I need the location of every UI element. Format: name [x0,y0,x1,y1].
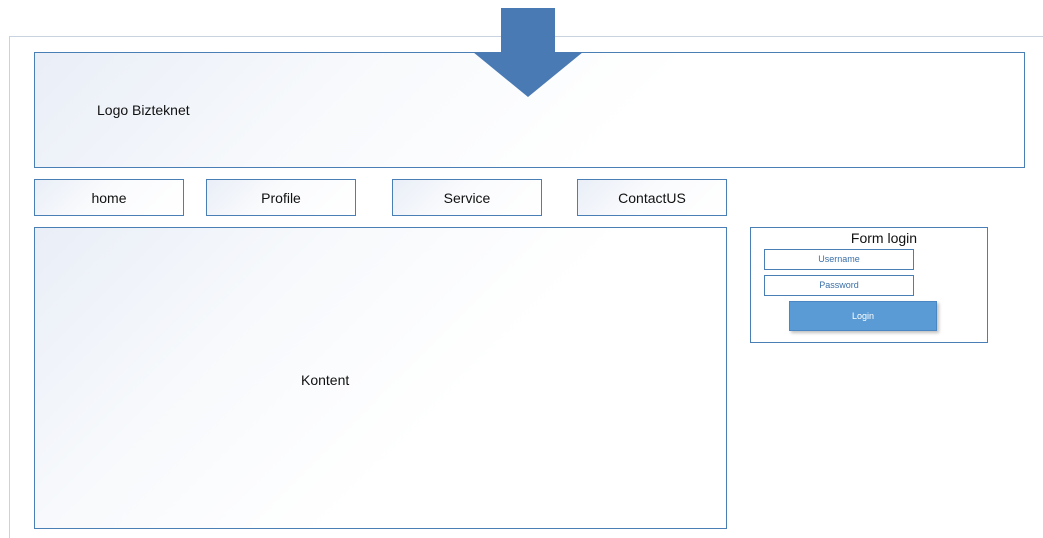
nav-item-label: Profile [261,189,301,206]
nav-item-label: ContactUS [618,189,686,206]
logo-text: Logo Bizteknet [97,102,190,118]
nav-item-label: home [91,189,127,206]
username-field[interactable]: Username [764,249,914,270]
login-button[interactable]: Login [789,301,937,331]
password-field[interactable]: Password [764,275,914,296]
nav-item-home[interactable]: home [34,179,184,216]
login-form-title: Form login [850,230,918,246]
nav-item-contact[interactable]: ContactUS [577,179,727,216]
nav-item-profile[interactable]: Profile [206,179,356,216]
nav-item-label: Service [443,189,491,206]
nav-item-service[interactable]: Service [392,179,542,216]
content-box: Kontent [34,227,727,529]
login-form: Form login Username Password Login [750,227,988,343]
down-arrow-icon [473,8,583,97]
wireframe-canvas: Logo Bizteknet home Profile Service Cont… [0,0,1043,538]
content-label: Kontent [301,372,350,388]
